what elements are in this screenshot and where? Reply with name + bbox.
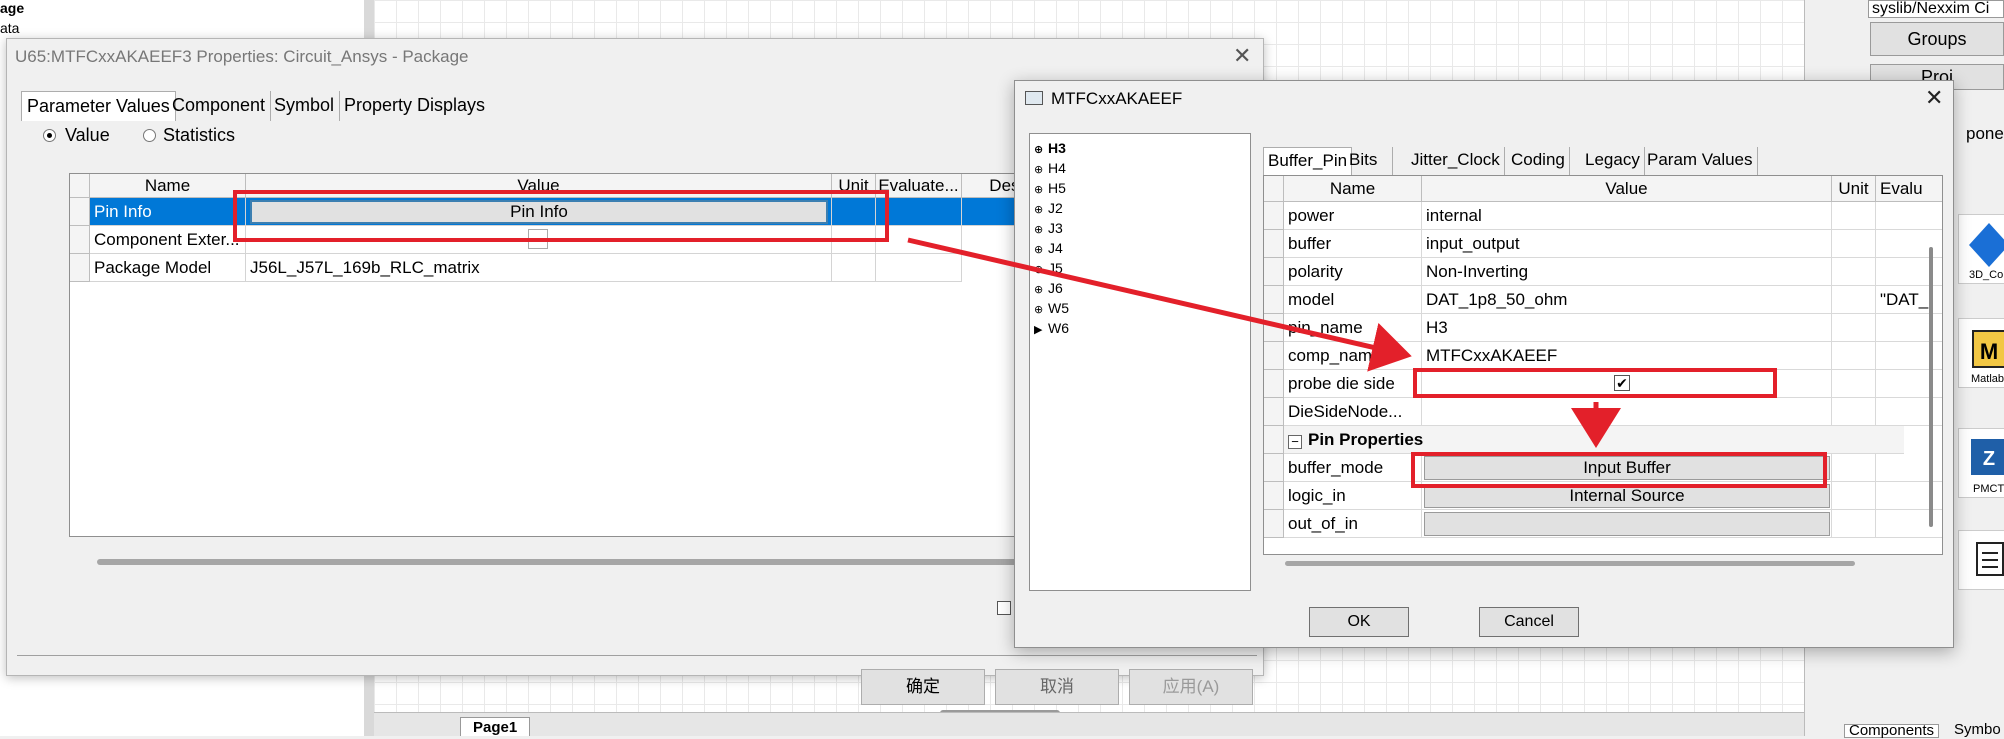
annotation-arrow	[907, 237, 1412, 372]
annotation-arrows	[907, 237, 1621, 448]
